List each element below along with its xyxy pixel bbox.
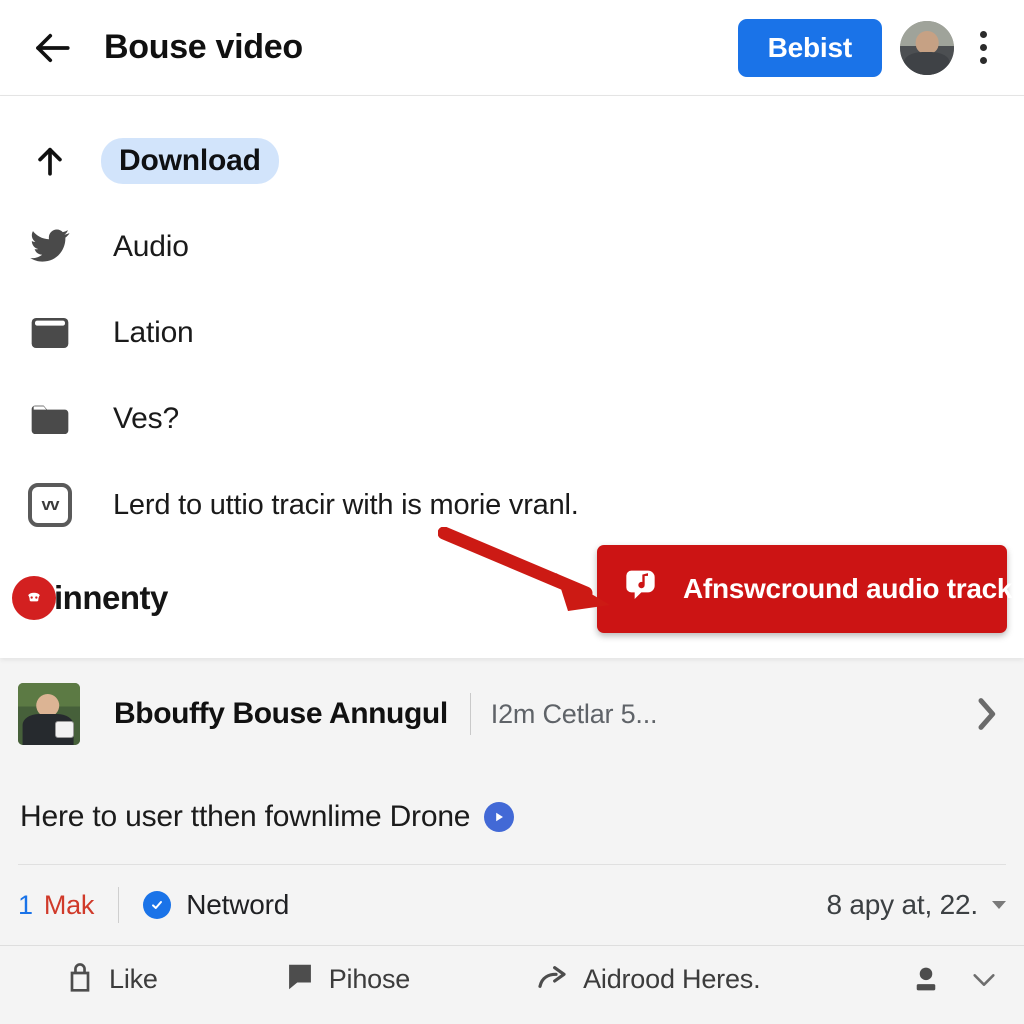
avatar[interactable] bbox=[900, 20, 954, 75]
post-thumbnail[interactable] bbox=[18, 683, 80, 745]
option-row-note[interactable]: vv Lerd to uttio tracir with is morie vr… bbox=[0, 462, 1024, 548]
network-label: Netword bbox=[186, 889, 290, 920]
stats-right-label: 8 apy at, 22. bbox=[826, 889, 978, 920]
app-header: Bouse video Bebist bbox=[0, 0, 1024, 96]
post-author: Bbouffy Bouse Annugul bbox=[114, 697, 448, 730]
action-bar: Like Pihose Aidrood Heres. bbox=[0, 945, 1024, 1013]
avatar-body bbox=[903, 51, 951, 75]
like-button[interactable]: Like bbox=[66, 961, 158, 998]
vv-badge-icon: vv bbox=[14, 483, 86, 527]
kebab-dot bbox=[979, 31, 987, 38]
back-arrow-icon[interactable] bbox=[26, 22, 78, 74]
post-text: Here to user tthen fownlime Drone bbox=[20, 800, 471, 833]
option-row-download[interactable]: Download bbox=[0, 118, 1024, 204]
kebab-dot bbox=[979, 44, 987, 51]
thumbnail-badge bbox=[55, 721, 74, 738]
vv-badge-text: vv bbox=[28, 483, 72, 527]
post-meta: I2m Cetlar 5... bbox=[490, 698, 658, 729]
option-label: Lerd to uttio tracir with is morie vranl… bbox=[113, 488, 579, 521]
chevron-down-icon[interactable] bbox=[970, 970, 998, 990]
person-icon[interactable] bbox=[912, 965, 940, 995]
like-icon bbox=[66, 961, 94, 998]
kebab-dot bbox=[979, 57, 987, 64]
action-label: Pihose bbox=[328, 964, 411, 994]
kebab-menu-icon[interactable] bbox=[964, 21, 1002, 75]
option-row-ves[interactable]: Ves? bbox=[0, 376, 1024, 462]
stats-divider bbox=[118, 887, 120, 923]
option-label: Download bbox=[101, 138, 279, 184]
action-label: Like bbox=[109, 964, 158, 994]
bird-icon bbox=[14, 229, 86, 265]
upload-arrow-icon bbox=[14, 141, 86, 181]
option-label: Ves? bbox=[113, 402, 179, 435]
share-button[interactable]: Aidrood Heres. bbox=[536, 962, 761, 997]
chevron-right-icon[interactable] bbox=[966, 686, 1006, 742]
stat-count: 1 bbox=[18, 889, 33, 920]
action-label: Aidrood Heres. bbox=[583, 964, 761, 994]
subscribe-button[interactable]: Bebist bbox=[737, 18, 882, 77]
post-body: Here to user tthen fownlime Drone bbox=[18, 770, 1006, 864]
background-audio-track-button[interactable]: Afnswcround audio track bbox=[597, 545, 1012, 633]
stats-row: 1 Mak Netword 8 apy at, 22. bbox=[18, 864, 1006, 945]
option-label: Audio bbox=[113, 230, 189, 263]
wallet-icon bbox=[14, 316, 86, 350]
avatar-head bbox=[915, 31, 939, 54]
folder-icon bbox=[14, 402, 86, 436]
caret-down-icon[interactable] bbox=[992, 901, 1006, 909]
app-root: Bouse video Bebist Download Audio Lation… bbox=[0, 0, 1024, 1024]
post-panel: Bbouffy Bouse Annugul I2m Cetlar 5... He… bbox=[0, 658, 1024, 1024]
audio-track-icon bbox=[603, 567, 683, 611]
red-circle-logo-icon bbox=[12, 576, 56, 620]
play-circle-icon[interactable] bbox=[484, 802, 515, 832]
option-label: Lation bbox=[113, 316, 194, 349]
comment-icon bbox=[286, 962, 314, 997]
cta-label: Afnswcround audio track bbox=[683, 573, 1013, 604]
comment-button[interactable]: Pihose bbox=[286, 962, 410, 997]
post-header: Bbouffy Bouse Annugul I2m Cetlar 5... bbox=[18, 658, 1006, 770]
page-title: Bouse video bbox=[104, 28, 303, 66]
verified-check-icon bbox=[143, 891, 172, 919]
option-row-lation[interactable]: Lation bbox=[0, 290, 1024, 376]
share-icon bbox=[536, 962, 568, 997]
stat-count-label: Mak bbox=[43, 889, 95, 920]
post-divider bbox=[469, 693, 471, 735]
option-row-audio[interactable]: Audio bbox=[0, 204, 1024, 290]
brand-label: innenty bbox=[54, 579, 168, 616]
